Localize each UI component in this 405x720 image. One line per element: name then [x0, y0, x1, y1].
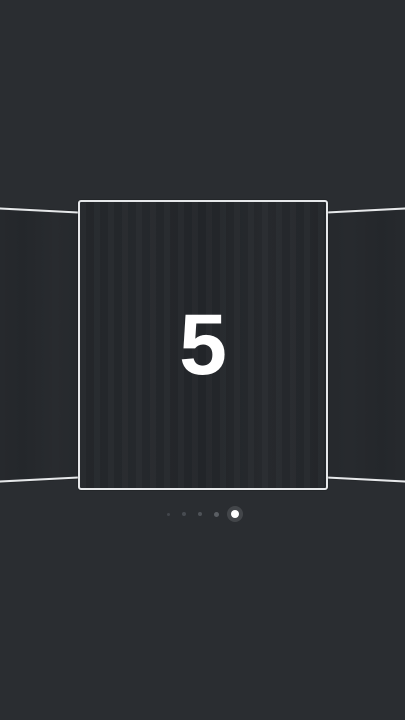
page-dot-2[interactable] [181, 512, 186, 516]
card-carousel[interactable]: 5 [0, 190, 405, 500]
page-dot-5-active[interactable] [230, 510, 239, 518]
page-dot-1[interactable] [166, 512, 170, 516]
page-dot-4[interactable] [213, 511, 219, 517]
card-next[interactable] [317, 205, 405, 485]
card-previous[interactable] [0, 205, 89, 485]
carousel-screen: 5 [0, 0, 405, 720]
card-current[interactable]: 5 [78, 200, 328, 490]
page-dot-3[interactable] [197, 512, 202, 516]
card-number-label: 5 [179, 297, 227, 393]
page-indicator [0, 505, 405, 523]
